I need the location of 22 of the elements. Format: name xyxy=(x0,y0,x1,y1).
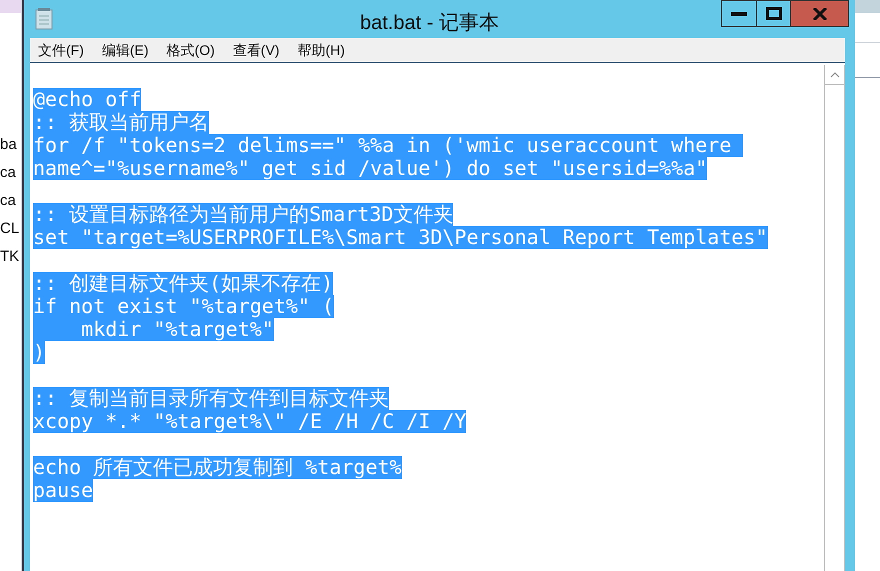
menu-item[interactable]: 查看(V) xyxy=(232,40,280,60)
window-title-bar xyxy=(0,0,21,13)
menu-item[interactable]: 格式(O) xyxy=(166,40,215,60)
window-title: bat.bat - 记事本 xyxy=(360,11,499,36)
minimize-icon xyxy=(731,12,747,16)
close-button[interactable] xyxy=(790,0,849,27)
menu-item[interactable]: 文件(F) xyxy=(38,40,84,60)
notepad-icon xyxy=(35,8,53,30)
close-icon xyxy=(812,8,826,20)
file-item[interactable]: CL xyxy=(0,215,21,243)
chevron-up-icon xyxy=(830,72,840,78)
scrollbar[interactable] xyxy=(824,65,845,571)
maximize-icon xyxy=(766,7,782,20)
menu-item[interactable]: 编辑(E) xyxy=(102,40,149,60)
file-item[interactable]: ba xyxy=(0,131,21,159)
menu-item[interactable]: 帮助(H) xyxy=(297,40,345,60)
file-item[interactable]: ca xyxy=(0,159,21,187)
file-item[interactable]: TK xyxy=(0,243,21,271)
maximize-button[interactable] xyxy=(757,0,790,27)
window-title-bar xyxy=(855,0,880,13)
file-item[interactable]: ca xyxy=(0,187,21,215)
minimize-button[interactable] xyxy=(721,0,757,27)
